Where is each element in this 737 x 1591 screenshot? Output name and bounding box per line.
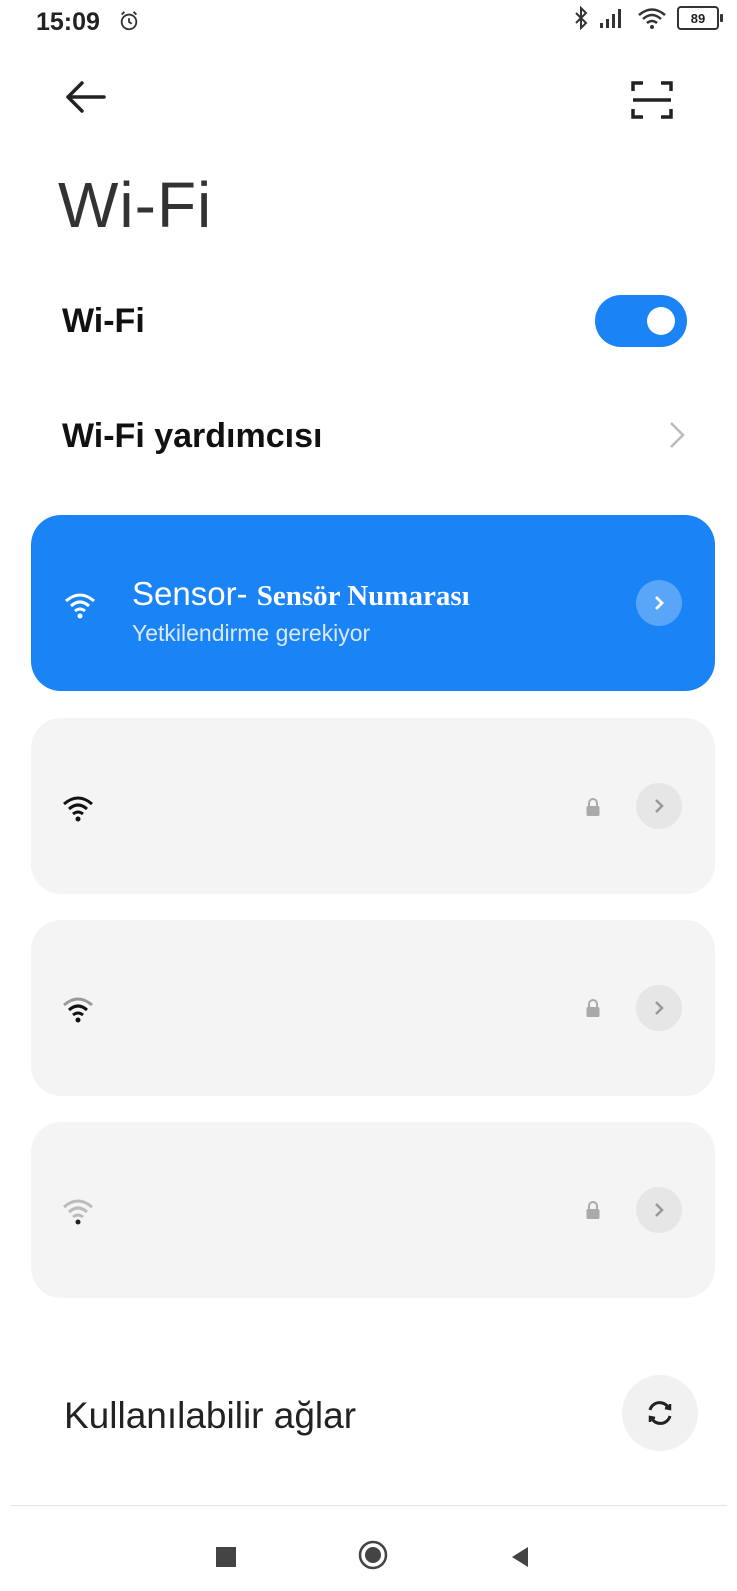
wifi-assistant-label[interactable]: Wi-Fi yardımcısı — [62, 417, 322, 456]
refresh-button[interactable] — [622, 1375, 698, 1451]
network-name-bold: Sensör Numarası — [256, 580, 470, 612]
network-card[interactable] — [31, 920, 715, 1096]
status-icons: 89 — [573, 6, 723, 30]
recents-icon[interactable] — [216, 1547, 236, 1567]
chevron-right-icon — [655, 596, 664, 610]
wifi-signal-icon — [63, 796, 93, 822]
wifi-signal-icon — [65, 593, 95, 619]
network-card[interactable] — [31, 718, 715, 894]
signal-icon — [600, 9, 621, 28]
page-title: Wi-Fi — [58, 169, 213, 241]
toggle-knob — [647, 307, 675, 335]
status-time: 15:09 — [36, 8, 100, 36]
scan-icon[interactable] — [627, 75, 677, 125]
network-card[interactable] — [31, 1122, 715, 1298]
lock-icon — [586, 1201, 600, 1219]
refresh-icon — [648, 1401, 672, 1425]
available-networks-label: Kullanılabilir ağlar — [64, 1395, 357, 1436]
bluetooth-icon — [575, 6, 588, 30]
wifi-icon — [638, 8, 666, 29]
network-details-button[interactable] — [636, 580, 682, 626]
wifi-signal-icon — [63, 997, 93, 1023]
network-details-button[interactable] — [636, 783, 682, 829]
chevron-right-icon — [655, 1001, 664, 1015]
wifi-toggle-label: Wi-Fi — [62, 302, 145, 340]
battery-icon: 89 — [677, 6, 723, 30]
network-details-button[interactable] — [636, 985, 682, 1031]
wifi-signal-icon — [63, 1199, 93, 1225]
back-triangle-icon[interactable] — [508, 1545, 530, 1569]
arrow-left-icon[interactable] — [60, 72, 110, 122]
lock-icon — [586, 999, 600, 1017]
connected-network-status: Yetkilendirme gerekiyor — [132, 620, 371, 646]
alarm-icon — [120, 11, 138, 31]
connected-network-name: Sensor- Sensör Numarası — [132, 575, 470, 613]
chevron-right-icon — [655, 799, 664, 813]
chevron-right-icon[interactable] — [663, 418, 691, 452]
network-name-prefix: Sensor- — [132, 575, 257, 612]
wifi-toggle[interactable] — [595, 295, 687, 347]
network-details-button[interactable] — [636, 1187, 682, 1233]
nav-divider — [10, 1505, 727, 1506]
lock-icon — [586, 798, 600, 816]
home-icon[interactable] — [358, 1540, 388, 1570]
chevron-right-icon — [655, 1203, 664, 1217]
